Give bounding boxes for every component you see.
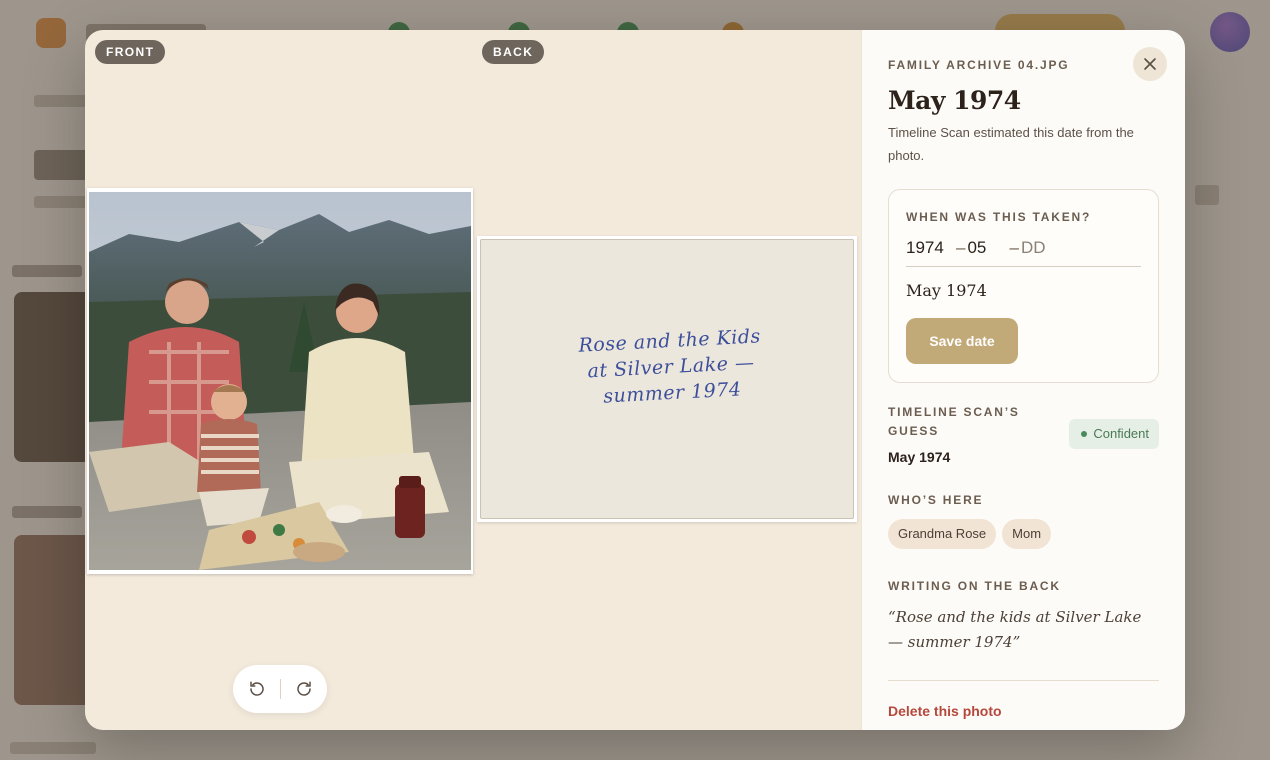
scan-guess-value: May 1974 (888, 449, 951, 465)
estimate-note: Timeline Scan estimated this date from t… (888, 125, 1134, 163)
date-separator: – (956, 238, 966, 257)
photo-date-title: May 1974 (888, 86, 1021, 115)
scan-guess-heading: TIMELINE SCAN’S GUESS (888, 405, 1020, 438)
day-field[interactable]: DD (1021, 238, 1046, 258)
status-dot-icon (1081, 431, 1088, 437)
back-writing-text: “Rose and the kids at Silver Lake — summ… (888, 605, 1159, 681)
person-chip[interactable]: Grandma Rose (888, 519, 997, 549)
confidence-label: Confident (1093, 426, 1149, 441)
year-field[interactable]: 1974 (906, 238, 956, 258)
close-icon (1144, 58, 1156, 70)
scan-guess-section: TIMELINE SCAN’S GUESS May 1974 Confident (888, 403, 1159, 465)
photo-front (87, 188, 473, 574)
rotate-left-icon (249, 681, 264, 696)
people-heading: WHO’S HERE (888, 493, 984, 507)
date-input: 1974 – 05 – DD (906, 238, 1141, 267)
close-button[interactable] (1133, 47, 1167, 81)
rotate-left-button[interactable] (234, 665, 280, 713)
photo-back: Rose and the Kids at Silver Lake — summe… (477, 236, 857, 522)
month-field[interactable]: 05 (967, 238, 1009, 258)
front-label: FRONT (95, 40, 166, 64)
back-label: BACK (482, 40, 545, 64)
save-date-button[interactable]: Save date (906, 318, 1018, 364)
people-section: WHO’S HERE Grandma Rose Mom (888, 493, 1159, 549)
rotate-right-icon (296, 681, 311, 696)
date-separator: – (1009, 238, 1019, 257)
formatted-date: May 1974 (906, 281, 987, 300)
date-entry-card: WHEN WAS THIS TAKEN? 1974 – 05 – DD May … (888, 189, 1159, 383)
photo-details-sidebar: FAMILY ARCHIVE 04.JPG May 1974 Timeline … (861, 30, 1185, 730)
rotate-controls (233, 665, 327, 713)
confidence-badge: Confident (1069, 419, 1159, 449)
photo-stage: FRONT BACK Rose and the Kids at Silver L… (85, 30, 861, 730)
person-chip[interactable]: Mom (1002, 519, 1052, 549)
photo-filename: FAMILY ARCHIVE 04.JPG (888, 58, 1070, 72)
delete-photo-link[interactable]: Delete this photo (888, 703, 1159, 719)
photo-back-paper: Rose and the Kids at Silver Lake — summe… (480, 239, 854, 519)
photo-detail-modal: FRONT BACK Rose and the Kids at Silver L… (85, 30, 1185, 730)
date-entry-heading: WHEN WAS THIS TAKEN? (906, 210, 1092, 224)
front-photo-image (89, 192, 471, 570)
back-writing-section: WRITING ON THE BACK “Rose and the kids a… (888, 579, 1159, 681)
back-writing-heading: WRITING ON THE BACK (888, 579, 1061, 593)
rotate-right-button[interactable] (281, 665, 327, 713)
back-handwriting: Rose and the Kids at Silver Lake — summe… (549, 322, 793, 412)
people-chips: Grandma Rose Mom (888, 519, 1159, 549)
